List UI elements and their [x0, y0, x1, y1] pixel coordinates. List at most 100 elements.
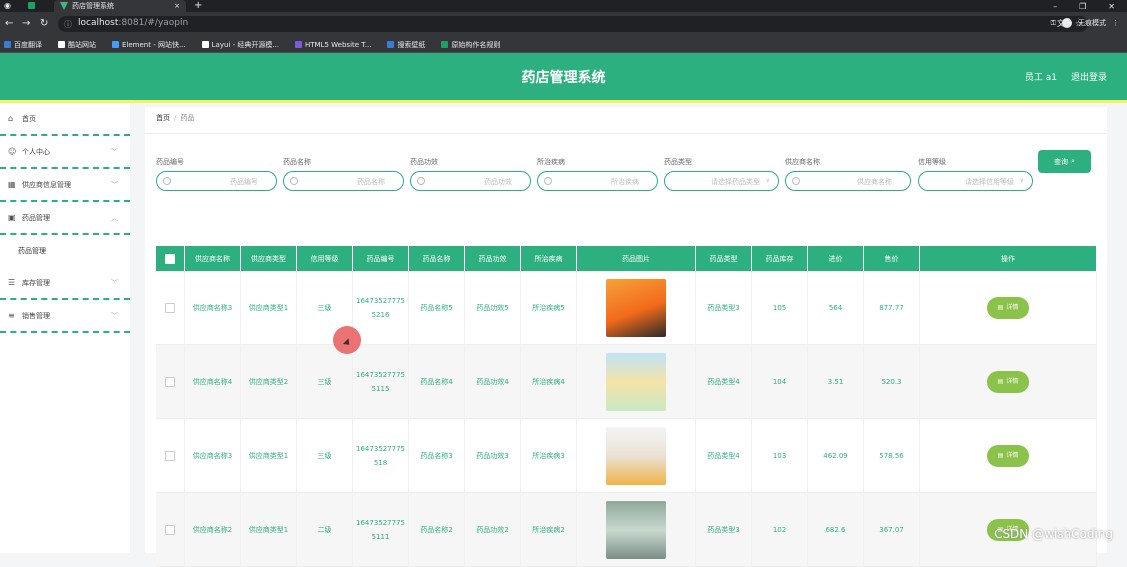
row-checkbox[interactable] [165, 451, 175, 461]
document-icon: ▤ [997, 378, 1004, 385]
sidebar-item-label: 供应商信息管理 [22, 180, 71, 189]
select-all-checkbox[interactable] [165, 253, 175, 264]
filter-select[interactable]: 请选择信用等级 ∨ [918, 171, 1033, 191]
bookmark-item[interactable]: 酷站网站 [58, 40, 96, 50]
chevron-up-icon: ︿ [111, 213, 118, 222]
sidebar-item[interactable]: ▣ 药品管理 ︿ [0, 202, 130, 235]
search-button[interactable]: 查询 ⌕ [1038, 150, 1091, 173]
forward-icon[interactable]: → [22, 18, 30, 29]
browser-menu-icon[interactable]: ◉ [4, 1, 11, 10]
column-header: 信用等级 [297, 246, 353, 271]
bookmark-icon [441, 41, 449, 48]
bookmark-item[interactable]: HTML5 Website T... [295, 41, 371, 49]
sidebar-item[interactable]: ☰ 库存管理 ﹀ [0, 267, 130, 300]
user-icon: ☺ [8, 147, 17, 156]
filter-label: 药品功效 [410, 158, 438, 166]
row-checkbox[interactable] [165, 525, 175, 535]
grid-icon: ▦ [8, 180, 16, 189]
table-cell: 供应商名称3 [185, 419, 241, 493]
more-menu-icon[interactable]: ⋮ [1112, 19, 1119, 27]
pinned-tab-icon[interactable] [28, 2, 35, 9]
bookmark-label: Element - 网站快... [122, 40, 186, 49]
bookmark-label: 原始构作名规则 [451, 40, 501, 49]
url-text: localhost:8081/#/yaopin [78, 18, 189, 28]
logout-link[interactable]: 退出登录 [1071, 70, 1107, 83]
bookmark-item[interactable]: 搜索壁纸 [387, 40, 425, 50]
filter-placeholder: 药品编号 [230, 178, 258, 186]
key-icon[interactable]: ⚿ [1051, 19, 1056, 28]
close-window-icon[interactable]: ✕ [1108, 2, 1115, 11]
row-checkbox[interactable] [165, 303, 175, 313]
column-header: 药品图片 [577, 246, 696, 271]
filter-input[interactable]: 药品编号 [156, 171, 277, 191]
sliders-icon: ≡ [8, 311, 15, 320]
table-cell: 3.51 [808, 345, 864, 419]
table-cell: 药品类型4 [696, 345, 752, 419]
new-tab-icon[interactable]: + [194, 0, 202, 11]
row-checkbox[interactable] [165, 377, 175, 387]
address-bar[interactable]: ⓘ localhost:8081/#/yaopin 文 ☆ [58, 16, 1088, 32]
reload-icon[interactable]: ↻ [40, 18, 48, 29]
filter-input[interactable]: 所治疾病 [537, 171, 658, 191]
sidebar-item[interactable]: ⌂ 首页 [0, 103, 130, 136]
chevron-down-icon: ﹀ [111, 311, 118, 320]
column-header: 供应商名称 [185, 246, 241, 271]
table-cell [156, 419, 185, 493]
current-user: 员工 a1 [1024, 73, 1057, 83]
table-cell [156, 271, 185, 345]
table-cell: 462.09 [808, 419, 864, 493]
filter-select[interactable]: 请选择药品类型 ∨ [664, 171, 779, 191]
filter-input[interactable]: 药品功效 [410, 171, 531, 191]
table-cell [577, 271, 696, 345]
filter-input[interactable]: 供应商名称 [785, 171, 911, 191]
bookmark-icon [201, 41, 209, 48]
table-cell: 药品功效3 [465, 419, 521, 493]
table-cell: 药品功效2 [465, 493, 521, 567]
table-cell: 药品功效5 [465, 271, 521, 345]
sidebar-subitem[interactable]: 药品管理 [0, 235, 130, 267]
search-icon: ⌕ [1071, 157, 1075, 165]
list-icon: ☰ [8, 278, 16, 287]
chevron-down-icon: ﹀ [111, 180, 118, 189]
column-header[interactable] [156, 246, 185, 271]
chevron-down-icon: ﹀ [111, 147, 118, 156]
info-icon[interactable]: ⓘ [64, 19, 72, 30]
restore-icon[interactable]: ❐ [1079, 2, 1086, 11]
bookmark-item[interactable]: Layui - 经典开源模... [201, 40, 279, 50]
window-controls: – ❐ ✕ [1053, 0, 1127, 12]
bookmark-item[interactable]: 百度翻译 [4, 40, 42, 50]
close-tab-icon[interactable]: × [174, 2, 180, 10]
breadcrumb-home[interactable]: 首页 [156, 114, 170, 122]
minimize-icon[interactable]: – [1053, 2, 1057, 11]
filter-label: 药品类型 [664, 158, 692, 166]
bookmark-item[interactable]: Element - 网站快... [112, 40, 186, 50]
sidebar-item[interactable]: ☺ 个人中心 ﹀ [0, 136, 130, 169]
bookmark-icon [112, 41, 119, 48]
search-icon [417, 177, 425, 185]
table-cell: 供应商类型1 [241, 419, 297, 493]
detail-button[interactable]: ▤ 详情 [987, 297, 1029, 319]
column-header: 药品类型 [696, 246, 752, 271]
browser-tab-active[interactable]: 药店管理系统 × [54, 0, 186, 12]
document-icon: ▤ [997, 304, 1004, 311]
table-body: 供应商名称3 供应商类型1 三级 164735277755216 药品名称5 药品功效5 所… [156, 271, 1097, 567]
table-cell: 药品类型3 [696, 493, 752, 567]
table-cell: 供应商名称2 [185, 493, 241, 567]
table-cell: 三级 [297, 419, 353, 493]
bookmark-icon [387, 41, 395, 48]
detail-button[interactable]: ▤ 详情 [987, 371, 1029, 393]
back-icon[interactable]: ← [5, 18, 13, 29]
bookmark-item[interactable]: 原始构作名规则 [441, 40, 500, 50]
sidebar-item[interactable]: ≡ 销售管理 ﹀ [0, 300, 130, 333]
detail-button[interactable]: ▤ 详情 [987, 445, 1029, 467]
profile-area: ⚿ 无痕模式 ⋮ [1051, 18, 1119, 28]
incognito-avatar-icon[interactable] [1062, 18, 1072, 28]
bookmarks-bar: 百度翻译 酷站网站 Element - 网站快... Layui - 经典开源模...… [0, 37, 1127, 53]
filter-input[interactable]: 药品名称 [283, 171, 404, 191]
search-button-label: 查询 [1054, 157, 1069, 166]
sidebar-item[interactable]: ▦ 供应商信息管理 ﹀ [0, 169, 130, 202]
search-icon [163, 177, 171, 185]
column-header: 所治疾病 [521, 246, 577, 271]
column-header: 药品库存 [752, 246, 808, 271]
incognito-label: 无痕模式 [1078, 19, 1106, 27]
